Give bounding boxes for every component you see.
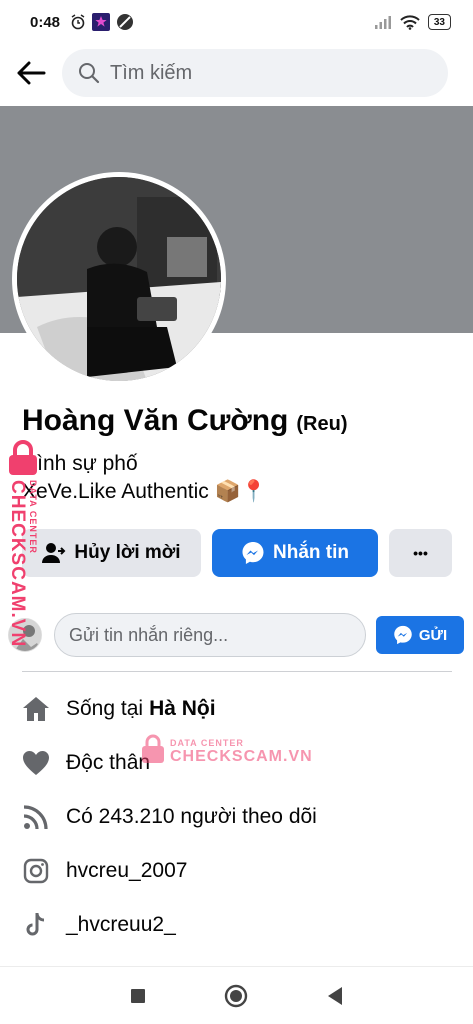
search-bar: [0, 48, 473, 98]
search-box[interactable]: [62, 49, 448, 97]
profile-bio: Hình sự phố XeVe.Like Authentic 📦📍: [22, 450, 267, 506]
recents-button[interactable]: [130, 988, 146, 1004]
relationship-label: Độc thân: [66, 751, 151, 774]
lives-in-prefix: Sống tại: [66, 697, 144, 720]
tiktok-icon: [20, 912, 52, 938]
signal-icon: [374, 15, 392, 29]
rss-icon: [20, 804, 52, 830]
send-button[interactable]: GỬI: [376, 616, 464, 654]
back-button[interactable]: [0, 48, 62, 98]
detail-instagram[interactable]: hvcreu_2007: [20, 844, 460, 898]
lives-in-city[interactable]: Hà Nội: [149, 697, 216, 721]
search-input[interactable]: [110, 61, 410, 85]
messenger-icon: [393, 625, 413, 645]
home-icon: [20, 696, 52, 722]
home-button[interactable]: [224, 984, 248, 1008]
profile-name-row: Hoàng Văn Cường (Reu): [22, 404, 348, 438]
profile-actions: Hủy lời mời Nhắn tin •••: [22, 529, 452, 577]
private-message-row: GỬI: [8, 612, 464, 658]
alarm-icon: [70, 14, 86, 30]
profile-name: Hoàng Văn Cường: [22, 404, 289, 437]
app-icon: [92, 13, 111, 31]
bio-line-1: Hình sự phố: [22, 452, 138, 475]
detail-followers: Có 243.210 người theo dõi: [20, 790, 460, 844]
status-bar: 0:48 33: [0, 0, 473, 44]
more-options-button[interactable]: •••: [389, 529, 452, 577]
cancel-request-button[interactable]: Hủy lời mời: [22, 529, 201, 577]
message-button[interactable]: Nhắn tin: [212, 529, 378, 577]
followers-label: Có 243.210 người theo dõi: [66, 805, 317, 828]
back-nav-button[interactable]: [326, 986, 344, 1006]
instagram-handle[interactable]: hvcreu_2007: [66, 859, 187, 883]
my-avatar: [8, 618, 42, 652]
cancel-request-label: Hủy lời mời: [74, 542, 181, 563]
system-nav-bar: [0, 966, 473, 1024]
heart-icon: [20, 750, 52, 776]
tiktok-handle[interactable]: _hvcreuu2_: [66, 913, 176, 937]
wifi-icon: [400, 14, 420, 30]
battery-icon: 33: [427, 14, 451, 30]
detail-lives-in: Sống tại Hà Nội: [20, 682, 460, 736]
instagram-icon: [20, 858, 52, 884]
detail-tiktok[interactable]: _hvcreuu2_: [20, 898, 460, 952]
profile-nickname: (Reu): [296, 413, 348, 435]
status-time: 0:48: [30, 13, 61, 31]
private-message-input[interactable]: [54, 613, 366, 657]
arrow-left-icon: [16, 61, 46, 85]
detail-relationship: Độc thân: [20, 736, 460, 790]
send-label: GỬI: [418, 626, 448, 644]
message-label: Nhắn tin: [273, 542, 349, 563]
profile-avatar[interactable]: [12, 172, 226, 386]
person-remove-icon: [42, 542, 66, 564]
more-options-label: •••: [413, 545, 428, 561]
divider: [22, 671, 452, 672]
profile-details: Sống tại Hà Nội Độc thân Có 243.210 ngườ…: [20, 682, 460, 952]
search-icon: [78, 62, 100, 84]
messenger-icon: [241, 541, 265, 565]
no-entry-icon: [116, 13, 134, 31]
bio-line-2: XeVe.Like Authentic 📦📍: [22, 480, 267, 503]
